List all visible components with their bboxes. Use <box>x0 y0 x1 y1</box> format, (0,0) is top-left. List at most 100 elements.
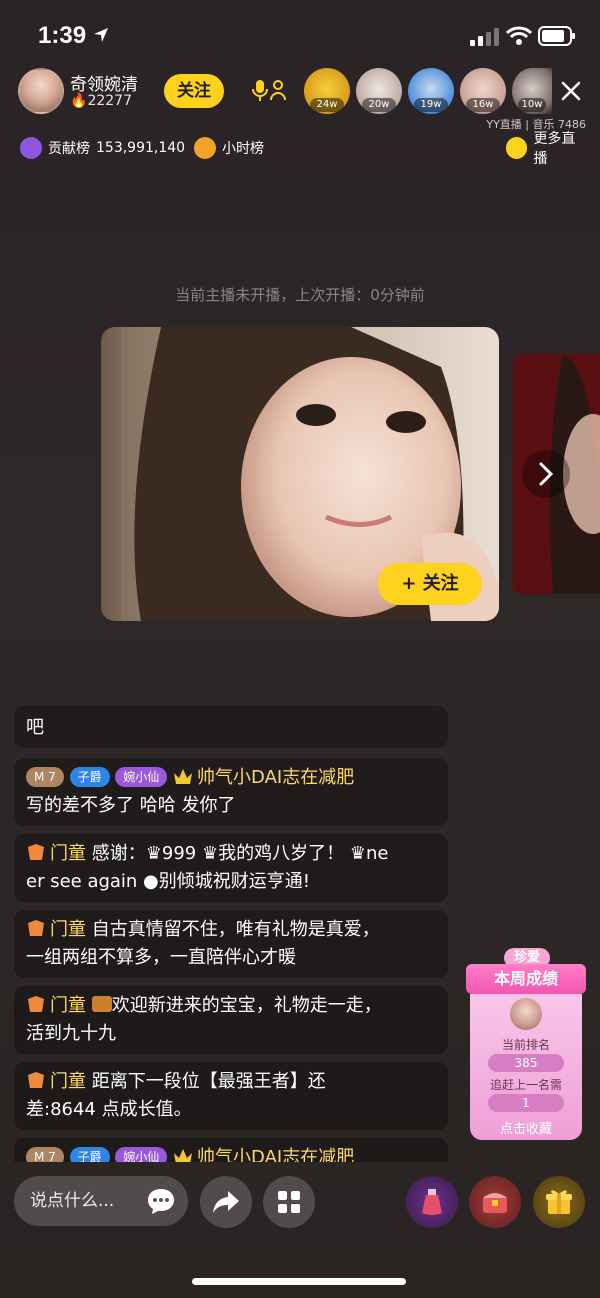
chat-username[interactable]: 门童 <box>50 919 86 940</box>
chat-username[interactable]: 帅气小DAI志在减肥 <box>197 767 354 788</box>
chat-input[interactable]: 说点什么... <box>14 1176 188 1226</box>
chat-bubble-icon <box>148 1189 174 1214</box>
weekly-rank-label: 当前排名 <box>501 1038 550 1052</box>
grid-icon <box>278 1191 300 1213</box>
more-live-link[interactable]: 更多直播 <box>506 131 588 167</box>
contribution-value: 153,991,140 <box>96 140 186 156</box>
cellular-signal-icon <box>470 28 499 46</box>
chat-list[interactable]: 吧 M 7 子爵 婉小仙 帅气小DAI志在减肥 写的差不多了 哈哈 发你了 门童… <box>14 700 454 1162</box>
title-badge: 子爵 <box>69 767 110 787</box>
weekly-catchup-value: 1 <box>488 1094 564 1112</box>
viewer-badge: 10w <box>518 98 546 112</box>
close-icon[interactable] <box>556 76 586 106</box>
potion-gift-button[interactable] <box>406 1176 458 1228</box>
vip-crown-icon <box>174 1149 193 1162</box>
doorman-icon <box>28 996 44 1012</box>
vip-crown-icon <box>174 769 193 784</box>
chat-text: er see again ●别倾城祝财运亨通! <box>26 871 310 892</box>
chat-text: 感谢：♛999 ♛我的鸡八岁了！ ♛ne <box>91 843 389 864</box>
status-bar: 1:39 <box>0 0 600 64</box>
host-avatar[interactable] <box>18 68 64 114</box>
chat-text: 差:8644 点成长值。 <box>26 1099 192 1120</box>
location-arrow-icon <box>94 28 108 42</box>
chat-input-placeholder: 说点什么... <box>30 1191 115 1211</box>
share-button[interactable] <box>200 1176 252 1228</box>
flame-icon: 🔥 <box>70 93 88 109</box>
doorman-icon <box>28 920 44 936</box>
next-host-button[interactable] <box>522 450 570 498</box>
fan-badge: 婉小仙 <box>115 767 168 787</box>
chat-text: 写的差不多了 哈哈 发你了 <box>26 795 236 816</box>
status-time: 1:39 <box>38 22 87 49</box>
contribution-rank[interactable]: 贡献榜 153,991,140 <box>20 134 185 162</box>
doorman-icon <box>28 1072 44 1088</box>
viewer-badge: 24w <box>310 98 344 112</box>
viewer-avatar-4[interactable]: 16w <box>460 68 506 114</box>
welcome-emoji-icon <box>91 996 112 1012</box>
card-follow-button[interactable]: + 关注 <box>378 563 482 605</box>
chat-text: 一组两组不算多，一直陪伴心才暖 <box>26 947 296 968</box>
chat-username[interactable]: 门童 <box>50 1071 86 1092</box>
gift-button[interactable] <box>533 1176 585 1228</box>
gift-box-icon <box>546 1190 572 1214</box>
fan-badge: 婉小仙 <box>115 1147 168 1162</box>
weekly-rank-widget[interactable]: 珍爱 本周成绩 当前排名 385 追赶上一名需 1 点击收藏 <box>466 948 586 1150</box>
viewer-avatar-3[interactable]: 19w <box>408 68 454 114</box>
host-fans-value: 22277 <box>87 93 132 109</box>
level-badge: M 7 <box>26 1147 64 1162</box>
treasure-chest-button[interactable] <box>469 1176 521 1228</box>
chat-username[interactable]: 帅气小DAI志在减肥 <box>197 1147 354 1162</box>
battery-icon <box>538 26 575 46</box>
home-indicator <box>192 1278 406 1285</box>
more-live-label: 更多直播 <box>533 131 576 167</box>
viewer-avatar-1[interactable]: 24w <box>304 68 350 114</box>
offline-notice: 当前主播未开播，上次开播：0分钟前 <box>175 286 425 304</box>
chat-message: 门童 自古真情留不住，唯有礼物是真爱， 一组两组不算多，一直陪伴心才暖 <box>14 910 448 978</box>
weekly-host-avatar <box>510 998 542 1030</box>
contribution-label: 贡献榜 <box>48 141 90 157</box>
crown-icon <box>194 137 216 159</box>
level-value: 7 <box>48 770 56 784</box>
chevron-right-icon <box>539 462 554 486</box>
hourly-rank[interactable]: 小时榜 <box>194 134 264 162</box>
follow-button[interactable]: 关注 <box>164 74 224 108</box>
title-badge: 子爵 <box>69 1147 110 1162</box>
weekly-title: 本周成绩 <box>466 964 586 994</box>
level-badge: M 7 <box>26 767 64 787</box>
chat-message: 吧 <box>14 706 448 748</box>
viewer-badge: 19w <box>414 98 448 112</box>
weekly-catchup-label: 追赶上一名需 <box>489 1078 562 1092</box>
doorman-icon <box>28 844 44 860</box>
level-value: 7 <box>48 1150 56 1162</box>
live-header: 奇领婉清 🔥22277 关注 24w 20w 19w 16w 10w <box>14 66 586 116</box>
hourly-label: 小时榜 <box>222 141 264 157</box>
mic-link-icon[interactable] <box>250 78 286 104</box>
potion-icon <box>422 1189 442 1215</box>
chat-username[interactable]: 门童 <box>50 995 86 1016</box>
share-arrow-icon <box>213 1191 239 1213</box>
diamond-icon <box>20 137 42 159</box>
host-photo-card[interactable]: + 关注 <box>101 327 499 621</box>
chat-message: 门童 距离下一段位【最强王者】还 差:8644 点成长值。 <box>14 1062 448 1130</box>
yy-logo-icon <box>506 137 528 159</box>
chat-message: 门童 欢迎新进来的宝宝，礼物走一走， 活到九十九 <box>14 986 448 1054</box>
weekly-body: 当前排名 385 追赶上一名需 1 点击收藏 <box>470 994 582 1140</box>
bottom-bar: 说点什么... <box>0 1172 600 1232</box>
more-menu-button[interactable] <box>263 1176 315 1228</box>
weekly-rank-value: 385 <box>488 1054 564 1072</box>
chat-text: 活到九十九 <box>26 1023 116 1044</box>
chat-text: 欢迎新进来的宝宝，礼物走一走， <box>111 995 382 1016</box>
host-name[interactable]: 奇领婉清 <box>70 70 138 95</box>
viewer-badge: 16w <box>466 98 500 112</box>
chat-username[interactable]: 门童 <box>50 843 86 864</box>
viewer-avatar-2[interactable]: 20w <box>356 68 402 114</box>
treasure-chest-icon <box>483 1193 507 1213</box>
host-fans-count: 🔥22277 <box>70 93 132 109</box>
chat-message: M 7 子爵 婉小仙 帅气小DAI志在减肥 <box>14 1138 448 1162</box>
rank-row: 贡献榜 153,991,140 小时榜 更多直播 <box>18 131 588 167</box>
weekly-favorite-link[interactable]: 点击收藏 <box>470 1118 582 1137</box>
chat-message: M 7 子爵 婉小仙 帅气小DAI志在减肥 写的差不多了 哈哈 发你了 <box>14 758 448 826</box>
viewer-avatar-5[interactable]: 10w <box>512 68 552 114</box>
wifi-icon <box>506 26 532 45</box>
chat-text: 吧 <box>26 717 44 738</box>
